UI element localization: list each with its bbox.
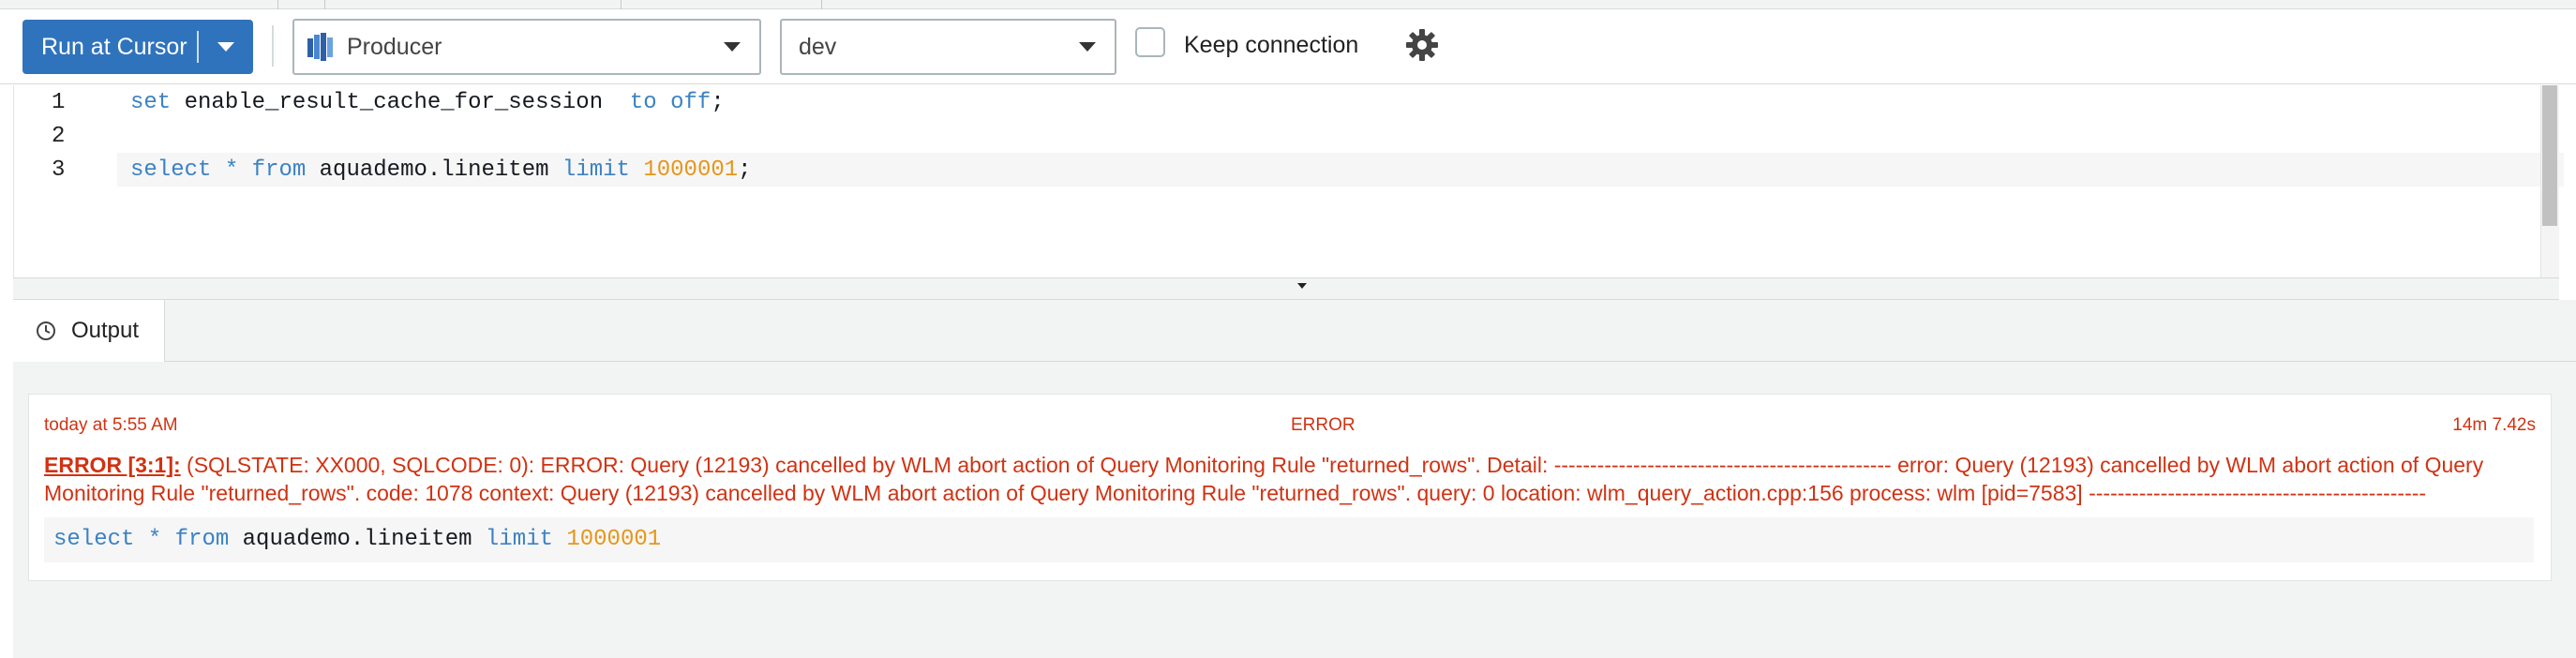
line-number: 2 [52,124,66,149]
gear-icon[interactable] [1404,27,1440,67]
line-number-gutter: 1 2 3 [14,85,108,278]
clock-icon [36,321,56,341]
sql-keyword: off [670,90,711,115]
keep-connection-checkbox[interactable] [1135,27,1165,57]
sql-keyword: select [130,157,212,183]
sql-text: ; [738,157,752,183]
line-number: 1 [52,90,66,115]
sql-number: 1000001 [643,157,739,183]
tab-separator [821,0,822,9]
sql-text: aquademo.lineitem [306,157,562,183]
output-entry: today at 5:55 AM ERROR 14m 7.42s ERROR [… [28,394,2552,581]
panel-splitter[interactable] [13,277,2559,300]
keep-connection-label: Keep connection [1184,32,1359,58]
collapse-arrow-icon[interactable] [1297,283,1307,289]
entry-duration: 14m 7.42s [2452,415,2536,435]
run-at-cursor-button[interactable]: Run at Cursor [22,20,253,74]
output-panel: Output today at 5:55 AM ERROR 14m 7.42s … [13,300,2576,658]
sql-keyword: from [174,527,230,552]
schema-select[interactable]: dev [780,19,1116,75]
editor-scrollbar-track[interactable] [2540,85,2559,278]
sql-editor[interactable]: 1 2 3 set enable_result_cache_for_sessio… [13,85,2564,278]
tab-output[interactable]: Output [13,300,165,362]
run-options-dropdown[interactable] [199,42,253,52]
error-message: ERROR [3:1]: (SQLSTATE: XX000, SQLCODE: … [44,451,2519,507]
sql-text: ; [711,90,725,115]
sql-text: aquademo.lineitem [229,527,486,552]
executed-query[interactable]: select * from aquademo.lineitem limit 10… [44,517,2534,562]
chevron-down-icon [724,42,741,52]
entry-timestamp: today at 5:55 AM [44,415,178,435]
tab-separator [277,0,278,9]
database-select[interactable]: Producer [292,19,761,75]
code-line[interactable]: set enable_result_cache_for_session to o… [130,90,725,115]
sql-keyword: to [629,90,657,115]
error-detail: (SQLSTATE: XX000, SQLCODE: 0): ERROR: Qu… [44,453,2484,505]
chevron-down-icon [217,42,234,52]
sql-keyword: * [147,527,162,552]
sql-text: enable_result_cache_for_session [171,90,630,115]
editor-toolbar: Run at Cursor Producer dev Keep connecti… [0,9,2576,84]
editor-scrollbar-thumb[interactable] [2542,85,2557,226]
database-select-value: Producer [347,33,442,60]
code-line[interactable]: select * from aquademo.lineitem limit 10… [130,157,752,183]
sql-number: 1000001 [566,527,662,552]
tab-output-label: Output [71,318,140,343]
toolbar-divider [272,25,274,67]
sql-keyword: select [53,527,135,552]
output-tab-bar: Output [13,300,2576,362]
status-badge: ERROR [1291,415,1355,435]
sql-keyword: * [224,157,239,183]
error-location-link[interactable]: ERROR [3:1]: [44,453,181,477]
chevron-down-icon [1079,42,1096,52]
tab-separator [324,0,325,9]
tab-separator [621,0,622,9]
schema-select-value: dev [799,33,837,60]
line-number: 3 [52,157,66,183]
sql-keyword: set [130,90,172,115]
sql-keyword: limit [562,157,630,183]
sql-keyword: from [251,157,307,183]
run-button-label: Run at Cursor [41,33,187,60]
tab-strip [0,0,2576,9]
sql-keyword: limit [485,527,553,552]
database-icon [307,33,334,61]
